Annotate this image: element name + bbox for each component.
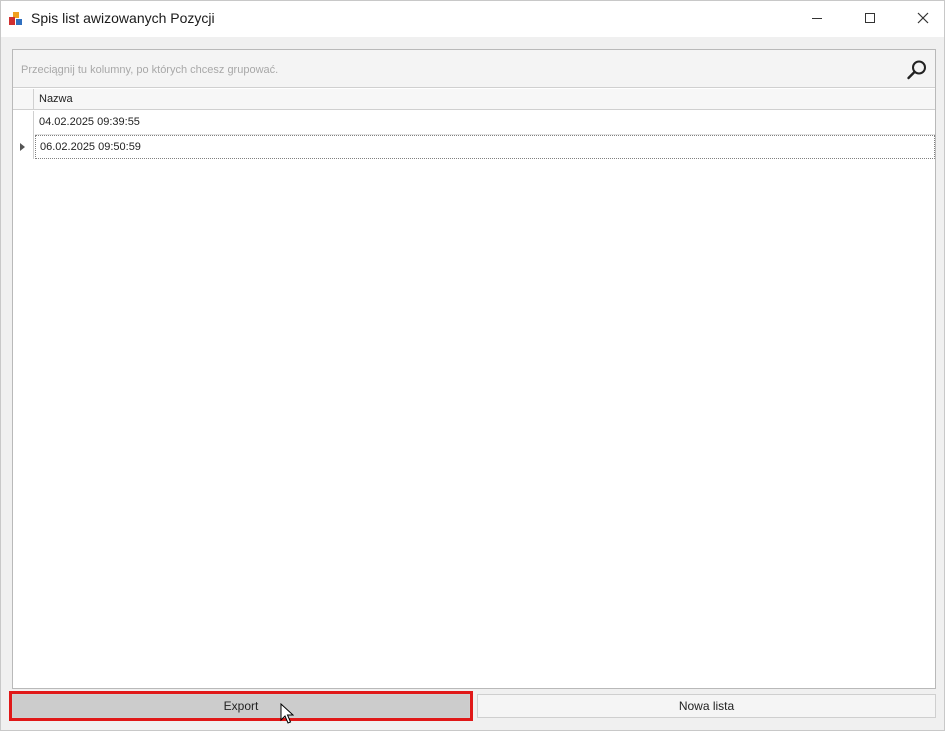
title-bar: Spis list awizowanych Pozycji — [1, 1, 944, 37]
minimize-icon — [812, 18, 822, 19]
dialog-window: Spis list awizowanych Pozycji Przeciągni… — [0, 0, 945, 731]
table-row[interactable]: 04.02.2025 09:39:55 — [13, 111, 935, 135]
new-list-button[interactable]: Nowa lista — [477, 694, 936, 718]
close-icon — [917, 12, 929, 24]
data-grid[interactable]: Przeciągnij tu kolumny, po których chces… — [12, 49, 936, 689]
app-icon — [9, 12, 22, 25]
column-header-nazwa[interactable]: Nazwa — [39, 93, 73, 105]
cell-nazwa[interactable]: 06.02.2025 09:50:59 — [35, 135, 935, 159]
row-indicator-arrow-icon — [20, 143, 25, 151]
cell-nazwa[interactable]: 04.02.2025 09:39:55 — [35, 111, 935, 135]
mouse-cursor-icon — [280, 703, 294, 724]
search-icon[interactable] — [906, 59, 928, 81]
row-indicator[interactable] — [13, 135, 34, 159]
table-row[interactable]: 06.02.2025 09:50:59 — [13, 135, 935, 159]
maximize-icon — [865, 13, 875, 23]
maximize-button[interactable] — [847, 1, 893, 35]
minimize-button[interactable] — [794, 1, 840, 35]
close-button[interactable] — [900, 1, 945, 35]
row-indicator-header — [13, 89, 34, 110]
window-title: Spis list awizowanych Pozycji — [31, 10, 215, 26]
export-button[interactable]: Export — [9, 691, 473, 721]
row-indicator[interactable] — [13, 111, 34, 135]
column-header-row: Nazwa — [13, 89, 935, 110]
group-by-panel[interactable]: Przeciągnij tu kolumny, po których chces… — [13, 50, 935, 88]
group-by-hint: Przeciągnij tu kolumny, po których chces… — [21, 64, 279, 76]
